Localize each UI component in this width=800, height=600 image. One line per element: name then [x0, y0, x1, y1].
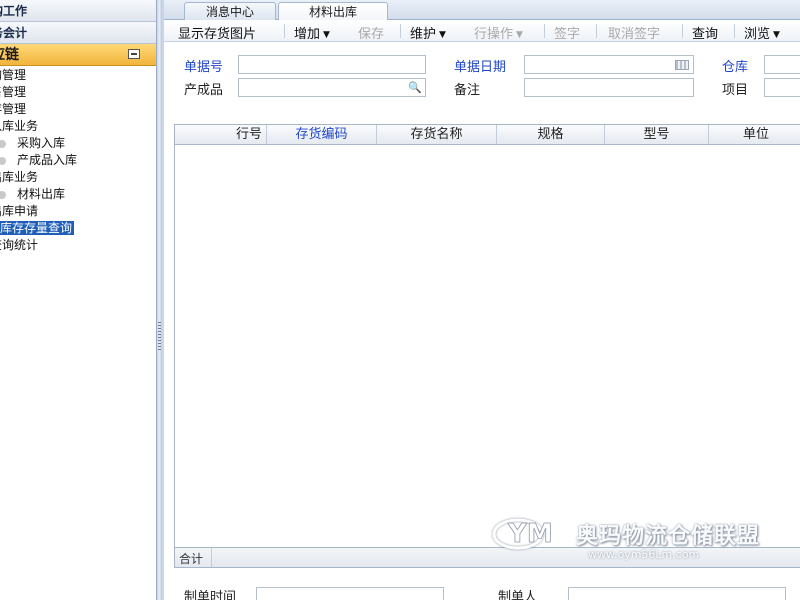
created-time-label: 制单时间	[184, 590, 237, 600]
tree-item-inventory-mgmt[interactable]: 存管理	[0, 101, 156, 118]
col-item-code[interactable]: 存货编码	[267, 125, 377, 144]
toolbar-divider	[544, 24, 545, 38]
grid-body[interactable]	[175, 145, 800, 547]
doc-no-field[interactable]	[238, 55, 426, 74]
tree-item-label: 采购入库	[17, 136, 66, 150]
doc-date-label: 单据日期	[454, 60, 507, 75]
toolbar-divider	[682, 24, 683, 38]
tree-item-sales-mgmt[interactable]: 售管理	[0, 84, 156, 101]
bullet-icon	[0, 191, 6, 199]
project-field[interactable]	[764, 78, 800, 97]
tree-item-label: 库存存量查询	[0, 221, 75, 235]
tree-item-inbound-business[interactable]: 入库业务	[0, 118, 156, 135]
bullet-icon	[0, 157, 6, 165]
remark-label: 备注	[454, 83, 481, 98]
tree-item-query-stats[interactable]: 查询统计	[0, 237, 156, 254]
navigation-panel: 购工作 务会计 应链 购管理 售管理 存管理 入库业务 采购入库 产成品入库 出…	[0, 0, 156, 600]
project-label: 项目	[722, 83, 749, 98]
nav-section-supply-chain[interactable]: 应链	[0, 44, 156, 66]
warehouse-field[interactable]	[764, 55, 800, 74]
tab-bar: 消息中心 材料出库	[164, 0, 800, 20]
tree-item-stock-query[interactable]: 库存存量查询	[0, 220, 156, 237]
tree-item-outbound-business[interactable]: 出库业务	[0, 169, 156, 186]
grid-header: 行号 存货编码 存货名称 规格 型号 单位	[175, 125, 800, 145]
maintain-button[interactable]: 维护 ▼	[410, 23, 446, 42]
footer-divider	[211, 548, 212, 567]
tab-material-outbound[interactable]: 材料出库	[278, 2, 388, 20]
col-model[interactable]: 型号	[605, 125, 709, 144]
browse-button[interactable]: 浏览 ▼	[744, 23, 780, 42]
search-icon[interactable]: 🔍	[408, 81, 422, 94]
tree-item-label: 产成品入库	[17, 153, 78, 167]
tree-item-outbound-request[interactable]: 出库申请	[0, 203, 156, 220]
doc-date-field[interactable]	[524, 55, 694, 74]
col-row-no[interactable]: 行号	[175, 125, 267, 144]
chevron-down-icon: ▼	[516, 30, 523, 40]
main-area: 消息中心 材料出库 显示存货图片 增加 ▼ 保存 维护 ▼ 行操作 ▼ 签字 取消签字…	[162, 0, 800, 600]
chevron-down-icon: ▼	[439, 30, 446, 40]
show-image-button[interactable]: 显示存货图片	[178, 23, 256, 42]
nav-header-label: 务会计	[0, 26, 28, 40]
toolbar-divider	[596, 24, 597, 38]
header-form: 单据号 单据日期 仓库 产成品 🔍 备注 项目	[164, 42, 800, 124]
tree-item-label: 入库业务	[0, 119, 39, 133]
tree-item-label: 存管理	[0, 102, 27, 116]
nav-section-label: 应链	[0, 47, 19, 63]
grid-footer: 合计	[175, 547, 800, 567]
nav-header-accounting[interactable]: 务会计	[0, 22, 156, 44]
row-ops-button[interactable]: 行操作 ▼	[474, 23, 523, 42]
query-button[interactable]: 查询	[692, 23, 718, 42]
tree-item-label: 查询统计	[0, 238, 39, 252]
creator-field[interactable]	[568, 587, 786, 600]
total-label: 合计	[179, 552, 204, 566]
tree-item-purchase-inbound[interactable]: 采购入库	[0, 135, 156, 152]
toolbar-divider	[734, 24, 735, 38]
nav-header-work[interactable]: 购工作	[0, 0, 156, 22]
calendar-icon[interactable]	[675, 60, 689, 70]
col-spec[interactable]: 规格	[497, 125, 605, 144]
tree-item-purchase-mgmt[interactable]: 购管理	[0, 67, 156, 84]
row-ops-label: 行操作	[474, 27, 514, 42]
toolbar-divider	[400, 24, 401, 38]
remark-field[interactable]	[524, 78, 694, 97]
cancel-sign-button[interactable]: 取消签字	[608, 23, 660, 42]
footer-form: 制单时间 制单人	[164, 580, 800, 600]
created-time-field[interactable]	[256, 587, 444, 600]
tree-item-label: 购管理	[0, 68, 27, 82]
chevron-down-icon: ▼	[323, 30, 330, 40]
add-button[interactable]: 增加 ▼	[294, 23, 330, 42]
sign-button[interactable]: 签字	[554, 23, 580, 42]
doc-no-label: 单据号	[184, 60, 224, 75]
product-label: 产成品	[184, 83, 224, 98]
maintain-label: 维护	[410, 27, 437, 42]
save-button[interactable]: 保存	[358, 23, 384, 42]
tree-item-label: 售管理	[0, 85, 27, 99]
col-unit[interactable]: 单位	[709, 125, 800, 144]
creator-label: 制单人	[498, 590, 538, 600]
collapse-icon[interactable]	[128, 49, 140, 59]
bullet-icon	[0, 140, 6, 148]
tree-item-material-outbound[interactable]: 材料出库	[0, 186, 156, 203]
tab-message-center[interactable]: 消息中心	[184, 2, 276, 20]
tree-item-product-inbound[interactable]: 产成品入库	[0, 152, 156, 169]
grip-icon[interactable]	[158, 322, 161, 350]
col-item-name[interactable]: 存货名称	[377, 125, 497, 144]
toolbar-divider	[284, 24, 285, 38]
tree-item-label: 出库业务	[0, 170, 39, 184]
nav-tree: 购管理 售管理 存管理 入库业务 采购入库 产成品入库 出库业务 材料出库 出库…	[0, 66, 156, 254]
browse-label: 浏览	[744, 27, 771, 42]
chevron-down-icon: ▼	[773, 30, 780, 40]
nav-header-label: 购工作	[0, 4, 28, 18]
detail-grid: 行号 存货编码 存货名称 规格 型号 单位 合计	[174, 124, 800, 568]
product-field[interactable]: 🔍	[238, 78, 426, 97]
add-label: 增加	[294, 27, 321, 42]
toolbar: 显示存货图片 增加 ▼ 保存 维护 ▼ 行操作 ▼ 签字 取消签字 查询 浏览 ▼	[164, 20, 800, 42]
tree-item-label: 材料出库	[17, 187, 66, 201]
tree-item-label: 出库申请	[0, 204, 39, 218]
warehouse-label: 仓库	[722, 60, 749, 75]
